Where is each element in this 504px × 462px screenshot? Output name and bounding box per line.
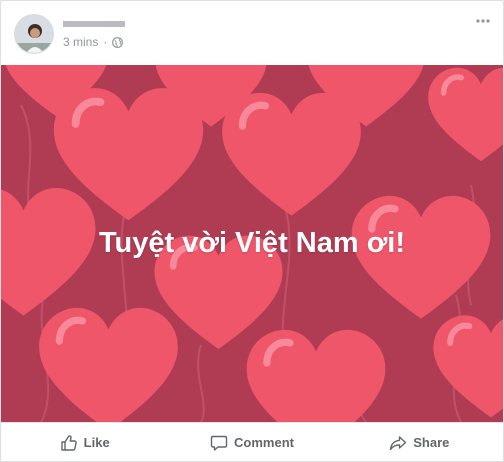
- post-meta: 3 mins ·: [63, 35, 124, 49]
- post-text: Tuyệt vời Việt Nam ơi!: [98, 227, 406, 259]
- comment-icon: [210, 435, 228, 451]
- avatar-photo: [15, 15, 53, 53]
- like-label: Like: [83, 435, 110, 450]
- share-button[interactable]: Share: [336, 434, 503, 452]
- post-background-image[interactable]: Tuyệt vời Việt Nam ơi!: [1, 65, 503, 422]
- heart-shape: [247, 330, 386, 422]
- post-card: 3 mins · Tuyệt vời Việt Nam ơi! Like Com…: [0, 0, 504, 462]
- post-actions-bar: Like Comment Share: [1, 422, 503, 461]
- post-header: 3 mins ·: [1, 1, 503, 65]
- heart-shape: [428, 68, 503, 162]
- share-icon: [390, 435, 407, 450]
- heart-shape: [222, 93, 361, 216]
- comment-label: Comment: [234, 435, 294, 450]
- like-button[interactable]: Like: [1, 434, 168, 452]
- post-timestamp[interactable]: 3 mins: [63, 35, 98, 49]
- thumbs-up-icon: [60, 434, 77, 451]
- author-name[interactable]: [63, 15, 125, 27]
- more-options-icon[interactable]: [473, 11, 493, 31]
- comment-button[interactable]: Comment: [168, 434, 335, 452]
- heart-shape: [433, 315, 503, 417]
- avatar[interactable]: [14, 14, 54, 54]
- heart-shape: [39, 308, 178, 422]
- share-label: Share: [413, 435, 450, 450]
- globe-icon[interactable]: [112, 36, 124, 48]
